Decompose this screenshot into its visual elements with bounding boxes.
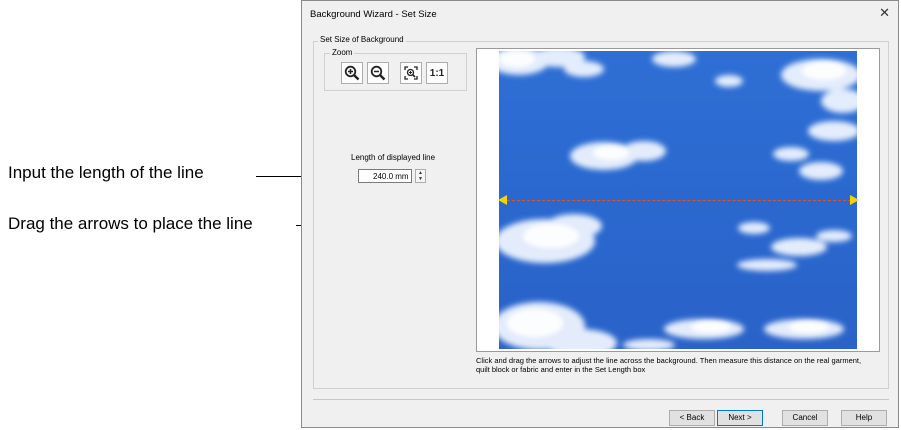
zoom-fit-button[interactable] [400,62,422,84]
zoom-group: Zoom 1:1 [324,48,467,91]
callout-input-length: Input the length of the line [8,163,204,182]
dialog-title: Background Wizard - Set Size [310,9,437,20]
zoom-out-button[interactable] [367,62,389,84]
length-input[interactable] [358,169,412,183]
zoom-out-icon [370,65,386,81]
right-arrow-handle[interactable] [850,195,859,205]
background-wizard-dialog: Background Wizard - Set Size ✕ Set Size … [301,0,899,428]
length-label: Length of displayed line [351,153,436,162]
background-preview [476,48,880,352]
close-icon[interactable]: ✕ [879,5,890,21]
cancel-button[interactable]: Cancel [782,410,828,426]
next-button[interactable]: Next > [717,410,763,426]
zoom-group-label: Zoom [330,48,355,57]
button-separator [313,399,889,400]
callout-drag-arrows: Drag the arrows to place the line [8,214,253,233]
back-button[interactable]: < Back [669,410,715,426]
zoom-in-icon [344,65,360,81]
zoom-actual-size-button[interactable]: 1:1 [426,62,448,84]
spin-down-icon[interactable]: ▼ [416,176,425,182]
instructions-text: Click and drag the arrows to adjust the … [476,356,862,374]
zoom-fit-icon [404,66,418,80]
zoom-actual-icon: 1:1 [429,67,445,79]
length-spinner[interactable]: ▲ ▼ [415,169,426,183]
measure-line [507,200,851,201]
help-button[interactable]: Help [841,410,887,426]
left-arrow-handle[interactable] [498,195,507,205]
set-size-group-label: Set Size of Background [318,35,406,44]
zoom-in-button[interactable] [341,62,363,84]
